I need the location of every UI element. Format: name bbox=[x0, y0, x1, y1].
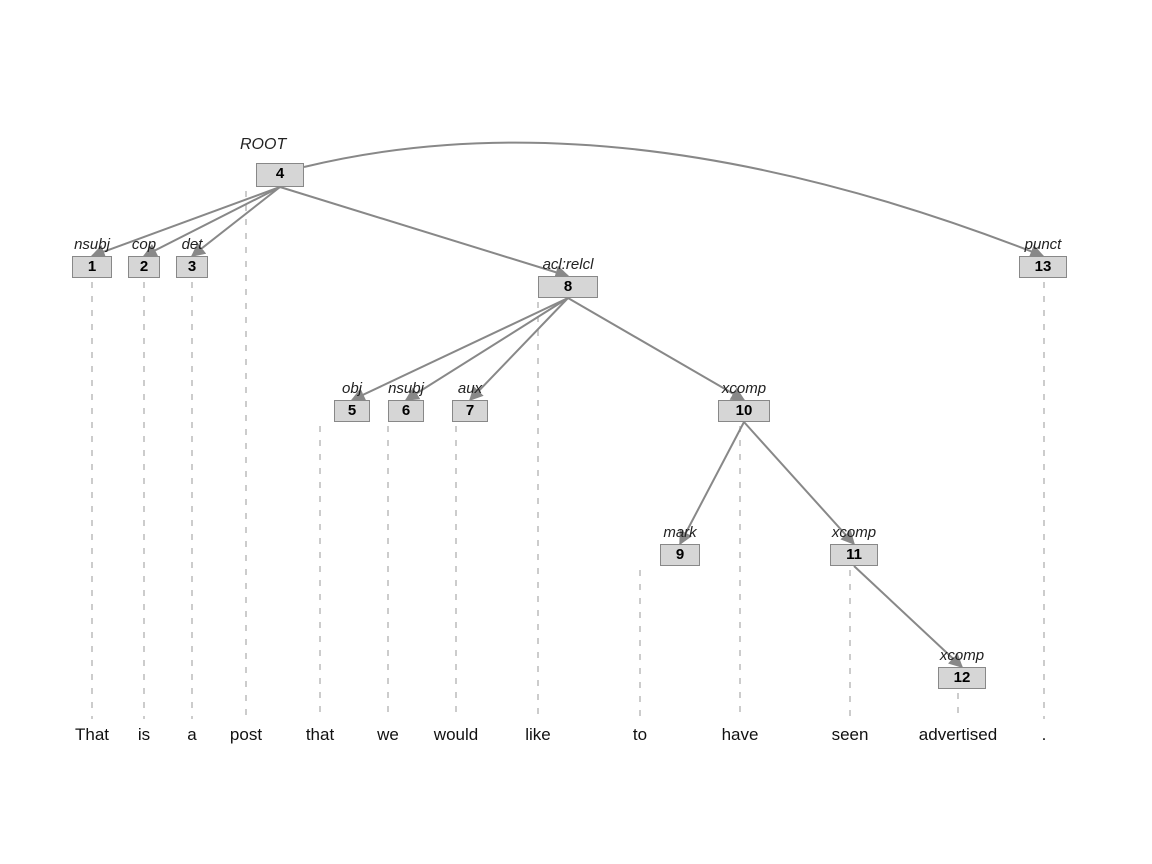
tree-node-4: 4 bbox=[256, 163, 304, 187]
edge-label-xcomp-n12: xcomp bbox=[940, 647, 984, 664]
tree-node-13: 13 bbox=[1019, 256, 1067, 278]
edge-label-aux-n7: aux bbox=[458, 380, 482, 397]
tree-node-6: 6 bbox=[388, 400, 424, 422]
edge-label-obj-n5: obj bbox=[342, 380, 362, 397]
token-8: like bbox=[525, 725, 551, 745]
token-13: . bbox=[1042, 725, 1047, 745]
tree-node-1: 1 bbox=[72, 256, 112, 278]
edge-label-nsubj-n6: nsubj bbox=[388, 380, 424, 397]
token-5: that bbox=[306, 725, 334, 745]
token-4: post bbox=[230, 725, 262, 745]
root-label: ROOT bbox=[240, 136, 286, 154]
edge-label-mark-n9: mark bbox=[663, 524, 696, 541]
tree-node-12: 12 bbox=[938, 667, 986, 689]
edge-label-det-n3: det bbox=[182, 236, 203, 253]
token-3: a bbox=[187, 725, 196, 745]
edge-n4-n8 bbox=[280, 187, 568, 276]
tree-node-3: 3 bbox=[176, 256, 208, 278]
token-12: advertised bbox=[919, 725, 997, 745]
edge-n8-n7 bbox=[470, 298, 568, 400]
tree-node-7: 7 bbox=[452, 400, 488, 422]
token-2: is bbox=[138, 725, 150, 745]
token-7: would bbox=[434, 725, 478, 745]
edge-n4-n2 bbox=[144, 187, 280, 256]
token-11: seen bbox=[832, 725, 869, 745]
edge-label-cop-n2: cop bbox=[132, 236, 156, 253]
edge-n8-n6 bbox=[406, 298, 568, 400]
token-10: have bbox=[722, 725, 759, 745]
tree-node-9: 9 bbox=[660, 544, 700, 566]
token-1: That bbox=[75, 725, 109, 745]
edge-n4-n13 bbox=[304, 143, 1043, 256]
token-9: to bbox=[633, 725, 647, 745]
edge-label-nsubj-n1: nsubj bbox=[74, 236, 110, 253]
tree-node-8: 8 bbox=[538, 276, 598, 298]
token-6: we bbox=[377, 725, 399, 745]
dependency-tree-diagram: ROOT 12345678910111213Thatisapostthatwew… bbox=[0, 0, 1152, 864]
tree-node-2: 2 bbox=[128, 256, 160, 278]
edge-label-xcomp-n11: xcomp bbox=[832, 524, 876, 541]
tree-node-10: 10 bbox=[718, 400, 770, 422]
edge-n4-n3 bbox=[192, 187, 280, 256]
tree-node-11: 11 bbox=[830, 544, 878, 566]
tree-node-5: 5 bbox=[334, 400, 370, 422]
edge-label-xcomp-n10: xcomp bbox=[722, 380, 766, 397]
edge-label-punct-n13: punct bbox=[1025, 236, 1062, 253]
edge-label-acl:relcl-n8: acl:relcl bbox=[543, 256, 594, 273]
edge-n8-n10 bbox=[568, 298, 744, 400]
